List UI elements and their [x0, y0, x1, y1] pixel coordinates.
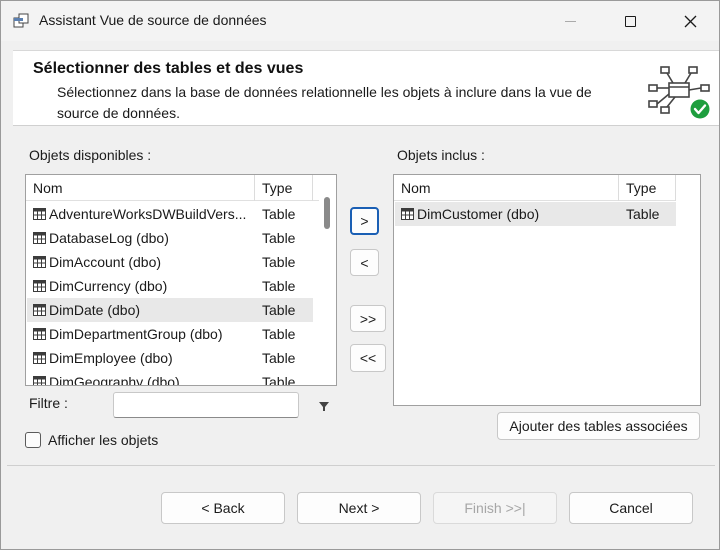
- column-header-name[interactable]: Nom: [394, 175, 619, 201]
- maximize-icon: [624, 15, 636, 27]
- window-title: Assistant Vue de source de données: [39, 12, 267, 28]
- row-name: DimEmployee (dbo): [49, 350, 173, 366]
- table-row[interactable]: DatabaseLog (dbo) Table: [27, 226, 313, 250]
- row-name-cell: DimDepartmentGroup (dbo): [27, 326, 255, 342]
- add-related-tables-button[interactable]: Ajouter des tables associées: [497, 412, 700, 440]
- table-row[interactable]: DimCurrency (dbo) Table: [27, 274, 313, 298]
- scrollbar-thumb[interactable]: [324, 197, 330, 229]
- maximize-button[interactable]: [607, 1, 653, 41]
- table-icon: [33, 280, 46, 292]
- row-type: Table: [262, 278, 296, 294]
- close-button[interactable]: [667, 1, 713, 41]
- included-list-header: Nom Type: [394, 175, 676, 201]
- table-row[interactable]: AdventureWorksDWBuildVers... Table: [27, 202, 313, 226]
- table-row[interactable]: DimDate (dbo) Table: [27, 298, 313, 322]
- table-icon: [33, 328, 46, 340]
- row-name: DimDate (dbo): [49, 302, 141, 318]
- page-header: Sélectionner des tables et des vues Séle…: [13, 50, 719, 126]
- column-header-name[interactable]: Nom: [26, 175, 255, 201]
- row-name: DimCustomer (dbo): [417, 206, 540, 222]
- minimize-button[interactable]: [547, 1, 593, 41]
- table-icon: [33, 376, 46, 385]
- row-name: AdventureWorksDWBuildVers...: [49, 206, 247, 222]
- remove-selected-button[interactable]: <: [350, 249, 379, 276]
- row-name: DimGeography (dbo): [49, 374, 180, 386]
- row-name: DimAccount (dbo): [49, 254, 162, 270]
- table-icon: [401, 208, 414, 220]
- table-icon: [33, 208, 46, 220]
- add-all-button[interactable]: >>: [350, 305, 386, 332]
- table-icon: [33, 304, 46, 316]
- row-name-cell: DimGeography (dbo): [27, 374, 255, 386]
- table-diagram-check-icon: [648, 66, 710, 119]
- available-objects-list[interactable]: Nom Type AdventureWorksDWBuildVers... Tab…: [25, 174, 337, 386]
- remove-all-button[interactable]: <<: [350, 344, 386, 372]
- column-header-type[interactable]: Type: [619, 175, 676, 201]
- row-name-cell: DimDate (dbo): [27, 302, 255, 318]
- column-header-type[interactable]: Type: [255, 175, 313, 201]
- table-icon: [33, 232, 46, 244]
- row-name: DimCurrency (dbo): [49, 278, 168, 294]
- minimize-icon: [564, 20, 576, 22]
- filter-label: Filtre :: [29, 395, 68, 411]
- page-title: Sélectionner des tables et des vues: [33, 60, 304, 77]
- show-objects-checkbox[interactable]: [25, 432, 41, 448]
- back-button[interactable]: < Back: [161, 492, 285, 524]
- row-name-cell: DimCurrency (dbo): [27, 278, 255, 294]
- row-type: Table: [262, 206, 296, 222]
- row-type: Table: [262, 374, 296, 386]
- table-icon: [33, 256, 46, 268]
- close-icon: [684, 15, 696, 27]
- wizard-window: Assistant Vue de source de données Sélec…: [0, 0, 720, 550]
- table-icon: [33, 352, 46, 364]
- included-objects-list[interactable]: Nom Type DimCustomer (dbo) Table: [393, 174, 701, 406]
- available-list-header: Nom Type: [26, 175, 320, 201]
- row-type: Table: [262, 350, 296, 366]
- table-row[interactable]: DimCustomer (dbo) Table: [395, 202, 676, 226]
- row-name-cell: DimEmployee (dbo): [27, 350, 255, 366]
- data-source-view-icon: [13, 13, 29, 28]
- title-bar: Assistant Vue de source de données: [1, 1, 719, 41]
- available-list-scrollbar[interactable]: [319, 176, 335, 384]
- row-name-cell: DimAccount (dbo): [27, 254, 255, 270]
- show-objects-label[interactable]: Afficher les objets: [48, 432, 158, 448]
- row-type: Table: [262, 254, 296, 270]
- row-type: Table: [262, 302, 296, 318]
- next-button[interactable]: Next >: [297, 492, 421, 524]
- row-type: Table: [262, 230, 296, 246]
- finish-button[interactable]: Finish >>|: [433, 492, 557, 524]
- filter-input[interactable]: [113, 392, 299, 418]
- page-description: Sélectionnez dans la base de données rel…: [57, 84, 592, 121]
- available-objects-label: Objets disponibles :: [29, 147, 152, 163]
- row-type: Table: [262, 326, 296, 342]
- row-type: Table: [626, 206, 660, 222]
- add-selected-button[interactable]: >: [350, 207, 379, 235]
- cancel-button[interactable]: Cancel: [569, 492, 693, 524]
- row-name-cell: DatabaseLog (dbo): [27, 230, 255, 246]
- footer-divider: [7, 465, 715, 466]
- included-objects-label: Objets inclus :: [397, 147, 485, 163]
- row-name: DimDepartmentGroup (dbo): [49, 326, 223, 342]
- table-row[interactable]: DimAccount (dbo) Table: [27, 250, 313, 274]
- table-row[interactable]: DimGeography (dbo) Table: [27, 370, 313, 386]
- table-row[interactable]: DimDepartmentGroup (dbo) Table: [27, 322, 313, 346]
- table-row[interactable]: DimEmployee (dbo) Table: [27, 346, 313, 370]
- row-name-cell: DimCustomer (dbo): [395, 206, 619, 222]
- row-name-cell: AdventureWorksDWBuildVers...: [27, 206, 255, 222]
- row-name: DatabaseLog (dbo): [49, 230, 169, 246]
- filter-funnel-icon[interactable]: [319, 402, 329, 412]
